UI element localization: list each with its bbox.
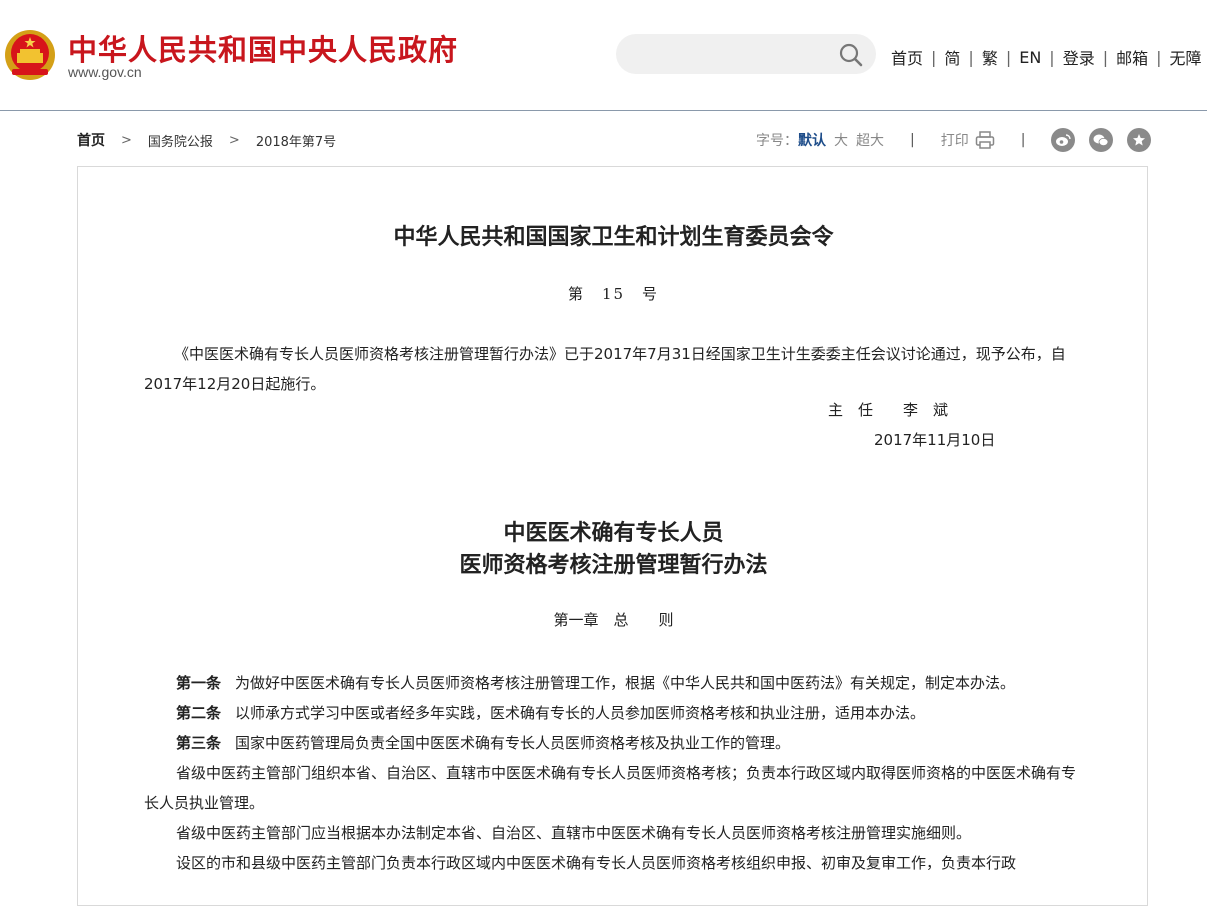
article-item: 第一条 为做好中医医术确有专长人员医师资格考核注册管理工作，根据《中华人民共和国中… [144,668,1104,698]
weibo-icon[interactable] [1051,128,1076,152]
nav-mail-link[interactable]: 邮箱 [1116,45,1148,69]
nav-separator: | [931,47,937,67]
regulation-title-line2: 医师资格考核注册管理暂行办法 [459,552,768,578]
article-item: 第二条 以师承方式学习中医或者经多年实践，医术确有专长的人员参加医师资格考核和执业… [144,698,1104,728]
nav-simplified-link[interactable]: 简 [944,45,960,69]
breadcrumb: 首页 > 国务院公报 > 2018年第7号 [77,130,336,150]
regulation-title-line1: 中医医术确有专长人员 [503,520,724,546]
article-label: 第一条 [176,674,222,692]
national-emblem-icon[interactable] [4,29,56,81]
breadcrumb-home[interactable]: 首页 [77,130,105,150]
article-content: 中华人民共和国国家卫生和计划生育委员会令 第 15 号 《中医医术确有专长人员医… [77,166,1148,906]
article-tools: 字号： 默认 大 超大 | 打印 | [756,128,1152,152]
wechat-icon[interactable] [1089,128,1114,152]
chevron-right-icon: > [121,132,132,148]
breadcrumb-bulletin[interactable]: 国务院公报 [148,131,213,150]
signer: 主 任 李 斌 [828,401,949,419]
nav-separator: | [1156,47,1162,67]
search-icon[interactable] [836,40,866,70]
article-label: 第三条 [176,734,222,752]
font-size-xlarge[interactable]: 超大 [856,130,884,150]
font-size-default[interactable]: 默认 [798,130,826,150]
site-url[interactable]: www.gov.cn [68,64,142,80]
favorite-icon[interactable] [1127,128,1152,152]
body-paragraph: 省级中医药主管部门应当根据本办法制定本省、自治区、直辖市中医医术确有专长人员医师… [176,824,972,842]
chapter-heading: 第一章 总 则 [553,611,674,629]
nav-english-link[interactable]: EN [1019,48,1041,67]
article-text: 以师承方式学习中医或者经多年实践，医术确有专长的人员参加医师资格考核和执业注册，… [235,704,926,722]
tools-separator: | [910,132,915,148]
nav-separator: | [968,47,974,67]
printer-icon[interactable] [975,131,995,149]
nav-accessibility-link[interactable]: 无障 [1170,45,1202,69]
breadcrumb-issue[interactable]: 2018年第7号 [256,131,336,150]
nav-home-link[interactable]: 首页 [891,45,923,69]
article-title: 中华人民共和国国家卫生和计划生育委员会令 [393,224,834,250]
article-text: 为做好中医医术确有专长人员医师资格考核注册管理工作，根据《中华人民共和国中医药法… [235,674,1016,692]
article-label: 第二条 [176,704,222,722]
order-number: 第 15 号 [567,285,660,303]
chevron-right-icon: > [228,132,240,148]
regulation-title: 中医医术确有专长人员 医师资格考核注册管理暂行办法 [78,517,1149,581]
intro-paragraph: 《中医医术确有专长人员医师资格考核注册管理暂行办法》已于2017年7月31日经国… [144,345,1066,393]
print-button[interactable]: 打印 [941,130,969,150]
top-nav: 首页 | 简 | 繁 | EN | 登录 | 邮箱 | 无障 [891,45,1202,69]
nav-separator: | [1005,47,1012,67]
nav-traditional-link[interactable]: 繁 [982,45,998,69]
body-paragraph: 省级中医药主管部门组织本省、自治区、直辖市中医医术确有专长人员医师资格考核；负责… [144,764,1077,812]
font-size-label: 字号： [756,133,798,149]
tools-separator: | [1020,132,1026,148]
nav-login-link[interactable]: 登录 [1063,45,1095,69]
article-item: 第三条 国家中医药管理局负责全国中医医术确有专长人员医师资格考核及执业工作的管理。 [144,728,1104,758]
nav-separator: | [1049,47,1055,67]
site-title[interactable]: 中华人民共和国中央人民政府 [68,27,458,69]
font-size-large[interactable]: 大 [834,130,848,150]
body-paragraph: 设区的市和县级中医药主管部门负责本行政区域内中医医术确有专长人员医师资格考核组织… [176,854,1017,872]
article-text: 国家中医药管理局负责全国中医医术确有专长人员医师资格考核及执业工作的管理。 [235,734,791,752]
sign-date: 2017年11月10日 [874,431,996,449]
nav-separator: | [1102,47,1109,67]
site-header: 中华人民共和国中央人民政府 www.gov.cn 首页 | 简 | 繁 | EN… [0,0,1207,111]
